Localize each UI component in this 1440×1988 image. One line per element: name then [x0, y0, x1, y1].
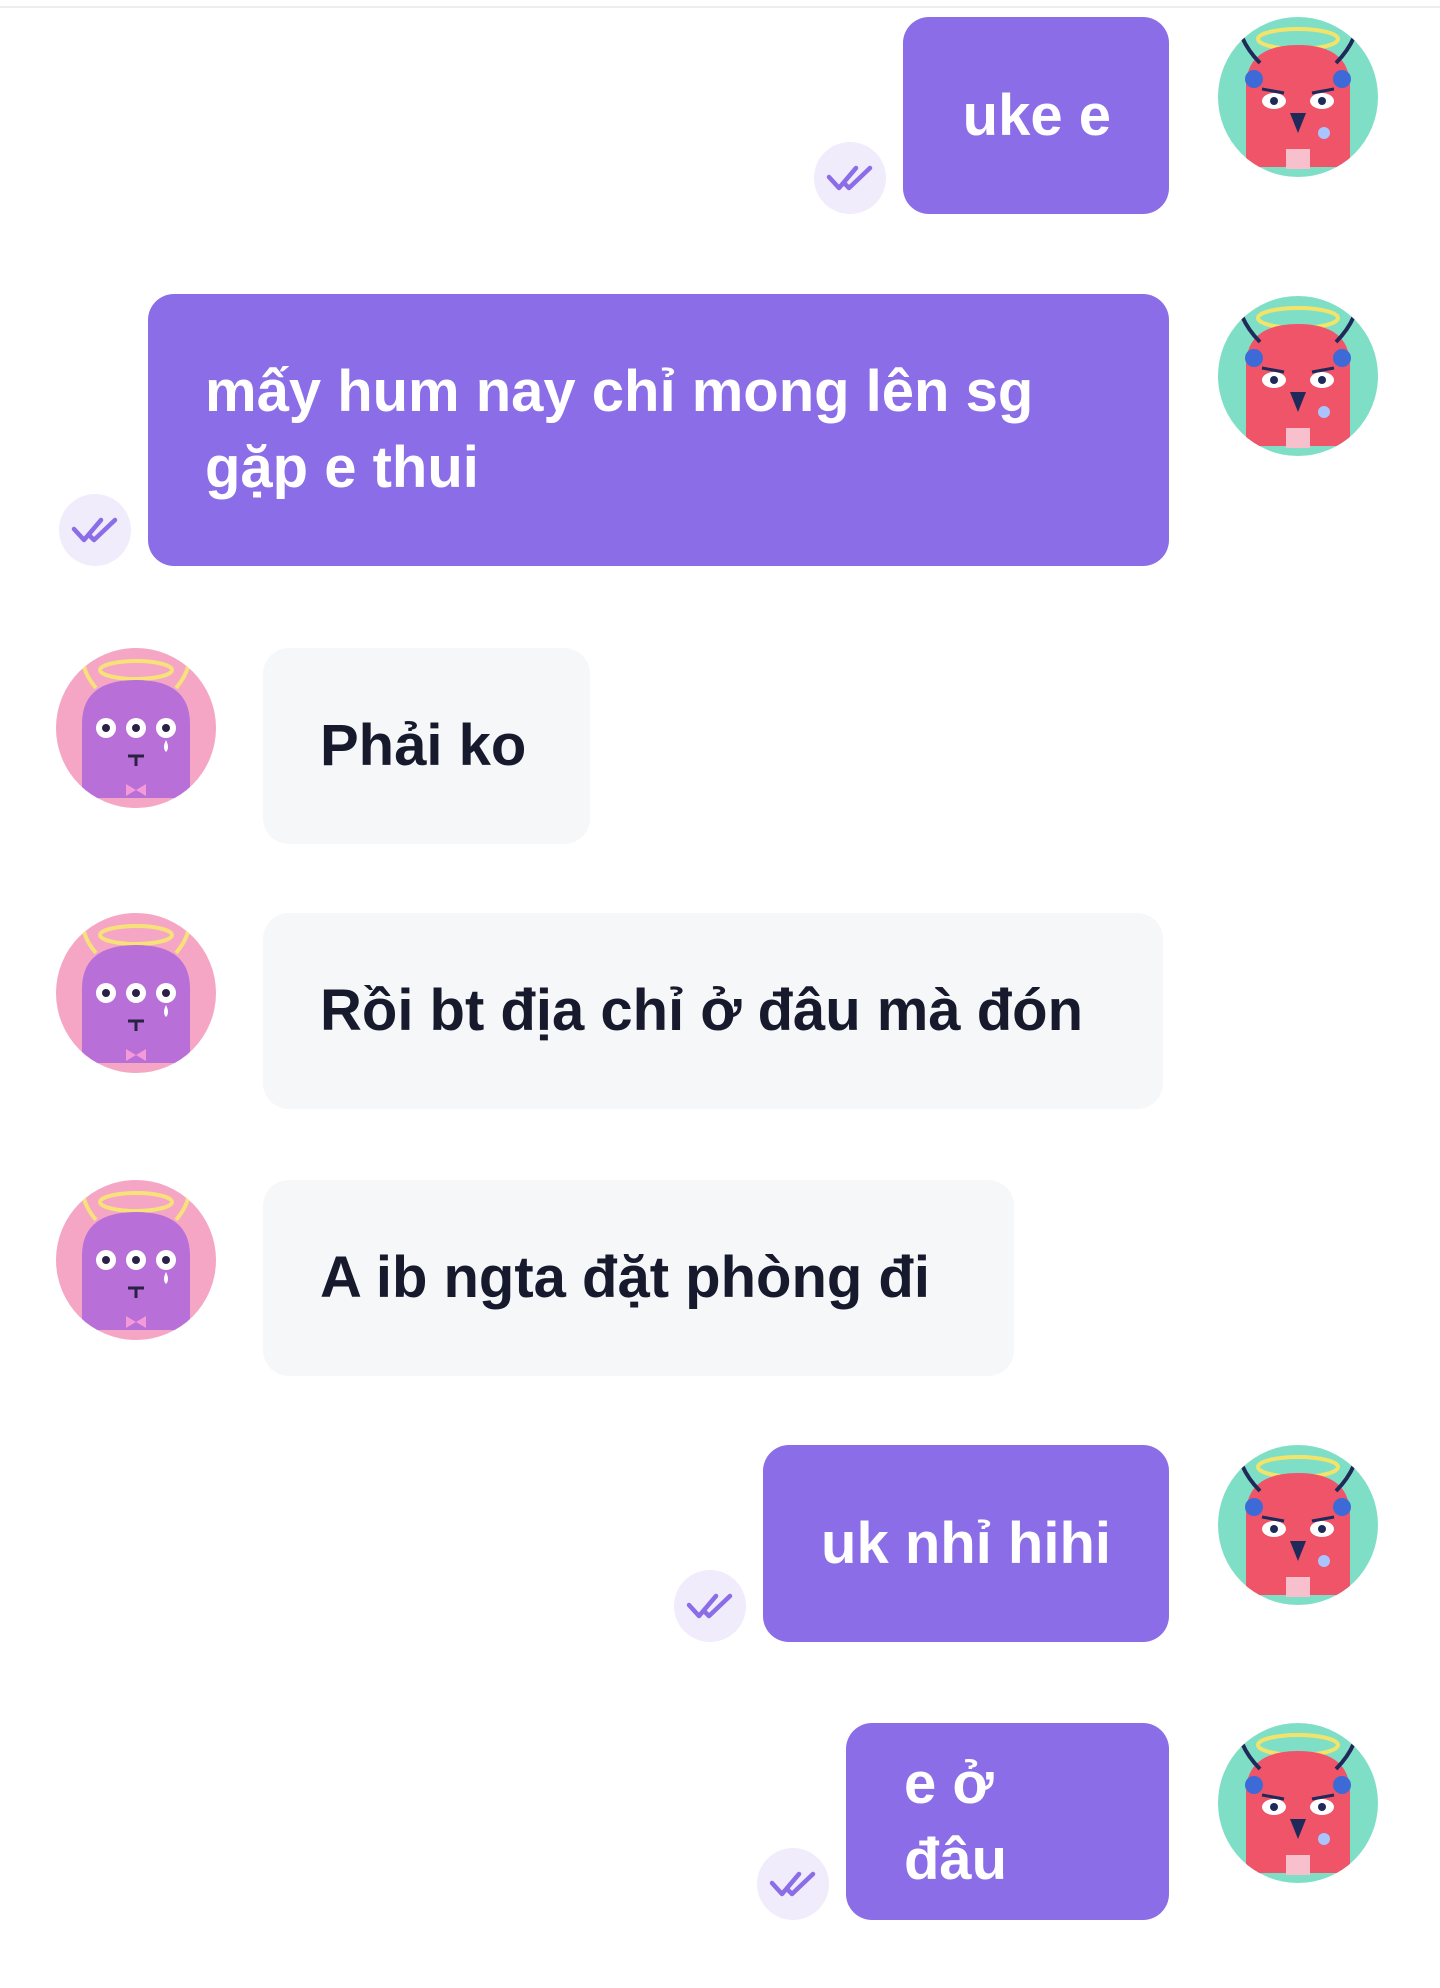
- double-check-icon: [674, 1570, 746, 1642]
- message-text: uk nhỉ hihi: [821, 1510, 1111, 1576]
- double-check-icon: [59, 494, 131, 566]
- purple-monster-avatar[interactable]: [56, 648, 216, 808]
- message-bubble[interactable]: Phải ko: [263, 648, 590, 844]
- message-text: Rồi bt địa chỉ ở đâu mà đón: [320, 978, 1084, 1043]
- red-monster-avatar[interactable]: [1218, 1723, 1378, 1883]
- message-bubble[interactable]: A ib ngta đặt phòng đi: [263, 1180, 1014, 1376]
- header-divider: [0, 6, 1440, 8]
- red-monster-avatar[interactable]: [1218, 1445, 1378, 1605]
- message-text: Phải ko: [320, 713, 527, 778]
- message-text: uke e: [962, 82, 1111, 148]
- message-bubble[interactable]: Rồi bt địa chỉ ở đâu mà đón: [263, 913, 1163, 1109]
- double-check-icon: [757, 1848, 829, 1920]
- message-text-line-2: gặp e thui: [205, 435, 479, 500]
- message-bubble[interactable]: mấy hum nay chỉ mong lên sg gặp e thui: [148, 294, 1169, 566]
- message-bubble[interactable]: e ở đâu: [846, 1723, 1169, 1920]
- message-bubble[interactable]: uk nhỉ hihi: [763, 1445, 1169, 1642]
- purple-monster-avatar[interactable]: [56, 1180, 216, 1340]
- double-check-icon: [814, 142, 886, 214]
- red-monster-avatar[interactable]: [1218, 17, 1378, 177]
- message-text: e ở đâu: [904, 1750, 1008, 1892]
- purple-monster-avatar[interactable]: [56, 913, 216, 1073]
- message-text: A ib ngta đặt phòng đi: [320, 1245, 930, 1310]
- message-bubble[interactable]: uke e: [903, 17, 1169, 214]
- message-text-line-1: mấy hum nay chỉ mong lên sg: [205, 359, 1034, 424]
- red-monster-avatar[interactable]: [1218, 296, 1378, 456]
